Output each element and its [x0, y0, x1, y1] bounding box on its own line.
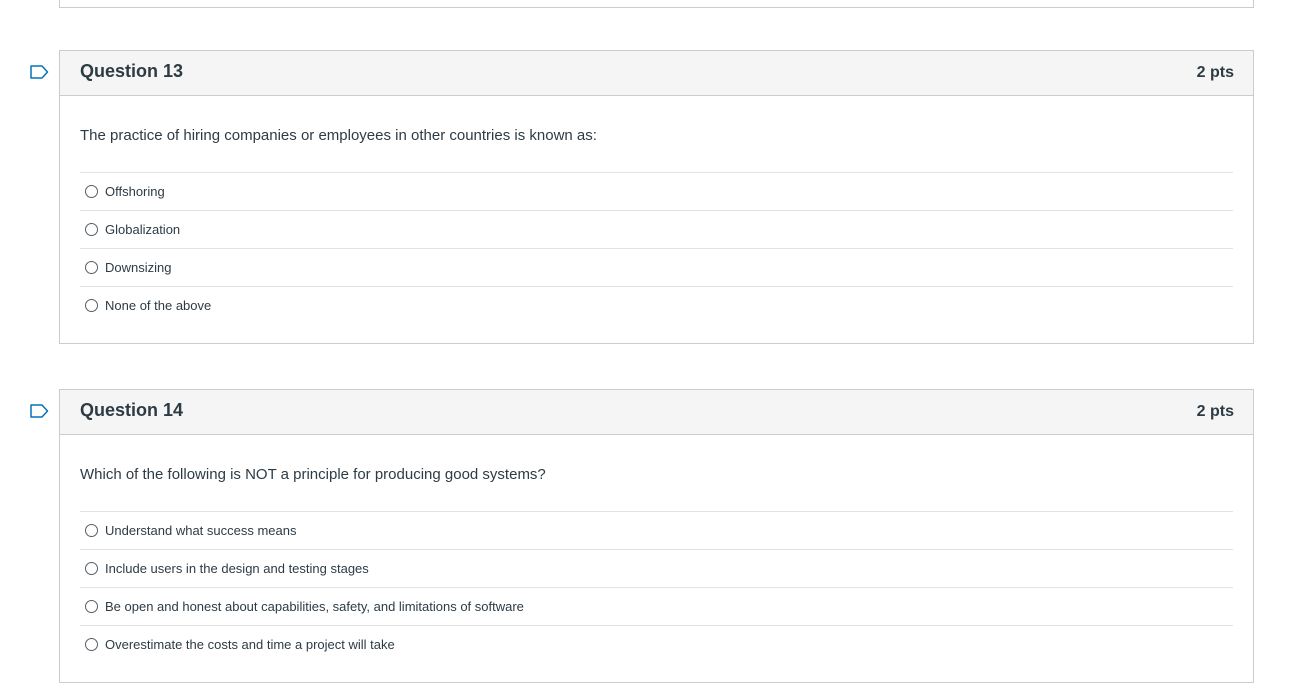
answer-option[interactable]: Overestimate the costs and time a projec…: [80, 626, 1233, 663]
question-body: The practice of hiring companies or empl…: [60, 96, 1253, 343]
answer-list: Offshoring Globalization Downsizing None…: [80, 172, 1233, 324]
radio-button[interactable]: [85, 299, 98, 312]
answer-option[interactable]: Globalization: [80, 211, 1233, 249]
answer-option[interactable]: Include users in the design and testing …: [80, 550, 1233, 588]
previous-question-card-bottom: [59, 0, 1254, 8]
answer-label[interactable]: Globalization: [105, 222, 180, 237]
question-header: Question 14 2 pts: [60, 390, 1253, 435]
answer-list: Understand what success means Include us…: [80, 511, 1233, 663]
answer-label[interactable]: Understand what success means: [105, 523, 296, 538]
radio-button[interactable]: [85, 223, 98, 236]
radio-button[interactable]: [85, 185, 98, 198]
flag-question-icon[interactable]: [30, 404, 49, 418]
question-title: Question 13: [80, 61, 184, 81]
question-text: The practice of hiring companies or empl…: [80, 127, 597, 144]
radio-button[interactable]: [85, 524, 98, 537]
question-body: Which of the following is NOT a principl…: [60, 435, 1253, 682]
answer-label[interactable]: Overestimate the costs and time a projec…: [105, 637, 395, 652]
question-text: Which of the following is NOT a principl…: [80, 466, 546, 483]
question-header: Question 13 2 pts: [60, 51, 1253, 96]
answer-label[interactable]: Be open and honest about capabilities, s…: [105, 599, 524, 614]
question-card: Question 13 2 pts The practice of hiring…: [59, 50, 1254, 344]
flag-question-icon[interactable]: [30, 65, 49, 79]
question-points: 2 pts: [1196, 403, 1234, 420]
radio-button[interactable]: [85, 600, 98, 613]
question-title: Question 14: [80, 400, 184, 420]
answer-option[interactable]: Offshoring: [80, 173, 1233, 211]
answer-option[interactable]: Understand what success means: [80, 512, 1233, 550]
answer-option[interactable]: Downsizing: [80, 249, 1233, 287]
answer-label[interactable]: None of the above: [105, 298, 211, 313]
question-card: Question 14 2 pts Which of the following…: [59, 389, 1254, 683]
radio-button[interactable]: [85, 638, 98, 651]
answer-option[interactable]: None of the above: [80, 287, 1233, 324]
answer-label[interactable]: Offshoring: [105, 184, 165, 199]
answer-label[interactable]: Include users in the design and testing …: [105, 561, 369, 576]
answer-label[interactable]: Downsizing: [105, 260, 171, 275]
question-points: 2 pts: [1196, 64, 1234, 81]
radio-button[interactable]: [85, 261, 98, 274]
radio-button[interactable]: [85, 562, 98, 575]
answer-option[interactable]: Be open and honest about capabilities, s…: [80, 588, 1233, 626]
